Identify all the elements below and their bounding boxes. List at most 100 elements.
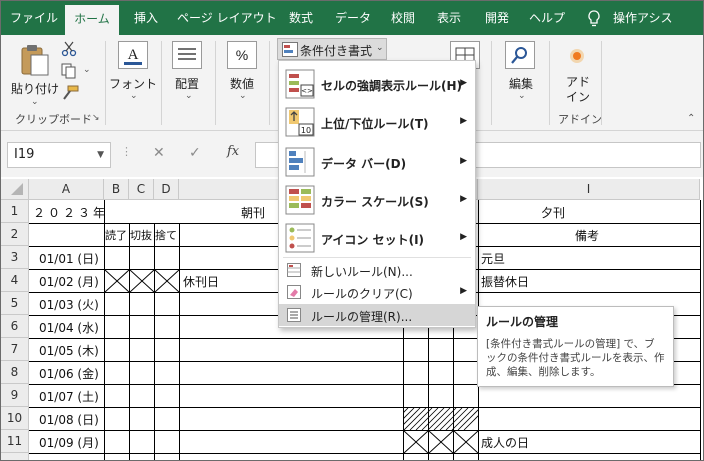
addin-icon[interactable] [568,47,586,68]
row-header-2[interactable]: 2 [1,223,29,246]
table-border [154,223,155,460]
menu-item-icon-set[interactable]: アイコン セット(I) ▶ [279,219,475,257]
evening-header[interactable]: 夕刊 [541,204,565,221]
cancel-icon[interactable]: ✕ [153,145,165,161]
row-header-4[interactable]: 4 [1,269,29,292]
date-cell[interactable]: 01/01 (日) [39,250,99,267]
tab-data[interactable]: データ [331,1,375,35]
table-border [179,223,180,460]
collapse-ribbon-icon[interactable]: ⌃ [687,113,695,124]
svg-text:<>: <> [301,87,313,95]
eraser-icon [287,285,301,302]
column-header-i[interactable]: I [478,179,700,200]
cell-i3[interactable]: 元旦 [481,250,505,267]
copy-icon[interactable] [61,63,79,82]
font-dropdown-icon[interactable]: ⌄ [130,91,138,101]
tab-developer[interactable]: 開発 [479,1,515,35]
edit-button[interactable]: 編集 [495,75,547,92]
number-format-icon[interactable]: % [227,41,257,72]
row-header-12[interactable] [1,453,29,460]
menu-item-data-bar[interactable]: データ バー(D) ▶ [279,143,475,181]
submenu-arrow-icon: ▶ [460,286,467,296]
tab-formulas[interactable]: 数式 [281,1,321,35]
conditional-formatting-button[interactable]: 条件付き書式 ⌄ [277,38,387,60]
row-header-5[interactable]: 5 [1,292,29,315]
cell-e4[interactable]: 休刊日 [183,273,219,290]
row-header-10[interactable]: 10 [1,407,29,430]
tell-me-search[interactable]: 操作アシス [613,1,703,35]
paste-dropdown-icon[interactable]: ⌄ [31,97,39,107]
menu-item-top-bottom[interactable]: 10 上位/下位ルール(T) ▶ [279,103,475,141]
number-dropdown-icon[interactable]: ⌄ [239,91,247,101]
cell-i11[interactable]: 成人の日 [481,434,529,451]
morning-header[interactable]: 朝刊 [241,204,265,221]
date-cell[interactable]: 01/05 (木) [39,342,99,359]
menu-item-label: セルの強調表示ルール(H) [321,79,463,93]
date-cell[interactable]: 01/06 (金) [39,365,99,382]
lightbulb-icon[interactable] [587,10,601,30]
row-header-7[interactable]: 7 [1,338,29,361]
svg-text:A: A [128,47,139,63]
row-header-9[interactable]: 9 [1,384,29,407]
menu-item-clear-rule[interactable]: ルールのクリア(C) ▶ [279,281,475,303]
edit-dropdown-icon[interactable]: ⌄ [518,91,526,101]
addin-button[interactable]: アド イン [557,75,599,105]
tab-review[interactable]: 校閲 [385,1,421,35]
function-icon[interactable]: fx [227,144,239,159]
tab-insert[interactable]: 挿入 [127,1,165,35]
group-separator [269,41,270,125]
row-header-11[interactable]: 11 [1,430,29,453]
menu-item-new-rule[interactable]: 新しいルール(N)... [279,259,475,281]
format-painter-icon[interactable] [61,85,79,104]
cell-c2[interactable]: 切抜 [130,227,152,243]
tooltip-body: [条件付き書式ルールの管理] で、ブックの条件付き書式ルールを表示、作成、編集、… [486,338,665,378]
date-cell[interactable]: 01/09 (月) [39,434,99,451]
copy-dropdown-icon[interactable]: ⌄ [83,65,91,75]
tab-help[interactable]: ヘルプ [525,1,569,35]
row-header-1[interactable]: 1 [1,200,29,223]
alignment-dropdown-icon[interactable]: ⌄ [185,91,193,101]
date-cell[interactable]: 01/04 (水) [39,319,99,336]
row-header-6[interactable]: 6 [1,315,29,338]
tab-file[interactable]: ファイル [5,1,63,35]
alignment-button[interactable]: 配置 [161,75,213,92]
select-all-button[interactable] [1,179,29,200]
column-header-a[interactable]: A [29,179,104,200]
addin-group-label: アドイン [558,113,602,126]
column-header-c[interactable]: C [129,179,154,200]
submenu-arrow-icon: ▶ [460,232,467,242]
row-header-3[interactable]: 3 [1,246,29,269]
font-button[interactable]: フォント [105,75,161,92]
menu-item-manage-rules[interactable]: ルールの管理(R)... [279,304,475,326]
tab-view[interactable]: 表示 [431,1,467,35]
enter-icon[interactable]: ✓ [189,145,201,161]
menu-item-highlight-rules[interactable]: <> セルの強調表示ルール(H) ▶ [279,65,475,103]
cell-d2[interactable]: 捨て [155,227,177,243]
column-header-b[interactable]: B [104,179,129,200]
column-header-d[interactable]: D [154,179,179,200]
search-icon[interactable] [505,41,535,72]
font-icon[interactable]: A [118,41,148,72]
cell-i4[interactable]: 振替休日 [481,273,529,290]
number-button[interactable]: 数値 [215,75,269,92]
chevron-down-icon[interactable]: ▼ [97,143,104,167]
row-header-8[interactable]: 8 [1,361,29,384]
date-cell[interactable]: 01/03 (火) [39,296,99,313]
alignment-icon[interactable] [172,41,202,72]
date-cell[interactable]: 01/02 (月) [39,273,99,290]
paste-icon[interactable] [19,43,51,80]
name-box[interactable]: I19 ▼ [7,142,111,168]
tab-page-layout[interactable]: ページ レイアウト [177,1,277,35]
cell-b2[interactable]: 読了 [105,227,127,243]
date-cell[interactable]: 01/08 (日) [39,411,99,428]
cell-a1[interactable]: ２０２３年 [33,204,108,221]
menu-item-color-scale[interactable]: カラー スケール(S) ▶ [279,181,475,219]
more-options-icon: ⋮ [121,145,132,158]
date-cell[interactable]: 01/07 (土) [39,388,99,405]
tab-home[interactable]: ホーム [65,5,119,35]
paste-button[interactable]: 貼り付け [11,80,59,97]
remarks-header[interactable]: 備考 [575,227,599,244]
dialog-launcher-icon[interactable]: ↘ [92,113,100,123]
conditional-formatting-menu: <> セルの強調表示ルール(H) ▶ 10 上位/下位ルール(T) ▶ データ … [278,60,476,328]
cut-icon[interactable] [61,41,77,60]
